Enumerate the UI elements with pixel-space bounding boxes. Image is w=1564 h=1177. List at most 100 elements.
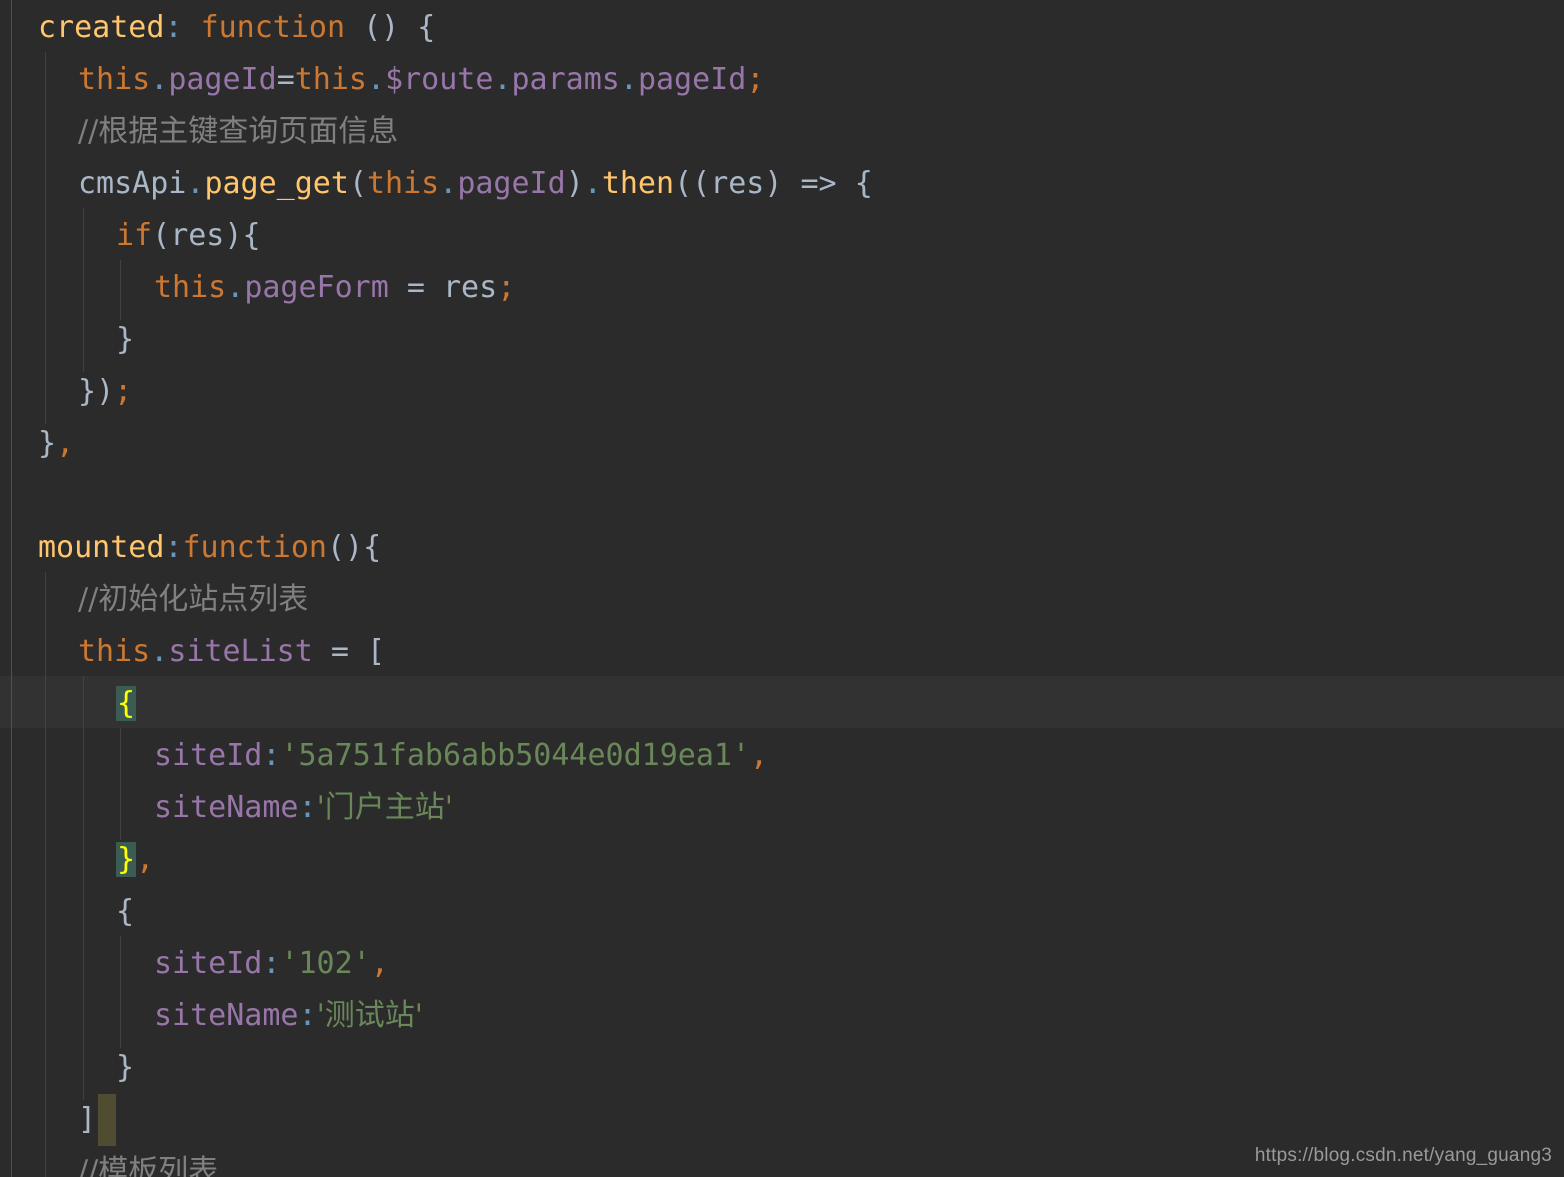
code-line-14[interactable]: {: [116, 678, 137, 730]
token-sitename-value-2: '测试站': [316, 998, 424, 1033]
token-space-3: [837, 166, 855, 201]
token-comma-2: ,: [750, 738, 769, 773]
token-dot-6: .: [439, 166, 458, 201]
code-line-9[interactable]: },: [38, 418, 74, 470]
token-colon-4: :: [298, 790, 317, 825]
code-line-5[interactable]: if(res){: [116, 210, 261, 262]
token-res-3: res: [443, 270, 498, 305]
token-comment-template-list: //模板列表: [78, 1154, 219, 1177]
token-sitename-key-1: siteName: [154, 790, 299, 825]
token-siteid-key-2: siteId: [154, 946, 263, 981]
watermark: https://blog.csdn.net/yang_guang3: [1254, 1145, 1552, 1166]
token-mounted: mounted: [38, 530, 165, 565]
code-line-16[interactable]: siteName:'门户主站': [154, 782, 453, 834]
token-siteid-value-1: '5a751fab6abb5044e0d19ea1': [280, 738, 751, 773]
token-close-paren-4: ): [96, 374, 115, 409]
code-line-3[interactable]: //根据主键查询页面信息: [78, 106, 398, 158]
token-close-brace: }: [116, 322, 135, 357]
token-assign: =: [276, 62, 295, 97]
token-open-bracket: [: [367, 634, 386, 669]
code-line-12[interactable]: //初始化站点列表: [78, 574, 308, 626]
token-arrow: =>: [800, 166, 837, 201]
token-dot-3: .: [493, 62, 512, 97]
token-open-brace-2: {: [242, 218, 261, 253]
code-line-7[interactable]: }: [116, 314, 134, 366]
code-line-18[interactable]: {: [116, 886, 134, 938]
token-open-brace-3: {: [116, 894, 135, 929]
code-lines: created: function () { this.pageId=this.…: [0, 0, 1564, 1177]
code-line-23[interactable]: //模板列表: [78, 1146, 218, 1177]
token-close-brace-3: }: [38, 426, 57, 461]
token-sitelist: siteList: [168, 634, 313, 669]
token-function-keyword-2: function: [182, 530, 328, 565]
code-line-20[interactable]: siteName:'测试站': [154, 990, 423, 1042]
token-space-2: [782, 166, 800, 201]
token-sitename-value-1: '门户主站': [316, 790, 454, 825]
code-line-6[interactable]: this.pageForm = res;: [154, 262, 515, 314]
token-close-paren: ): [565, 166, 584, 201]
token-colon: :: [164, 10, 183, 45]
token-pageid-3: pageId: [457, 166, 566, 201]
token-close-brace-4: }: [116, 1050, 135, 1085]
token-dot: .: [150, 62, 169, 97]
token-comma-3: ,: [136, 842, 155, 877]
code-line-17[interactable]: },: [116, 834, 154, 886]
code-line-8[interactable]: });: [78, 366, 132, 418]
token-function-keyword: function: [200, 10, 346, 45]
token-space-5: [425, 270, 443, 305]
token-colon-3: :: [262, 738, 281, 773]
token-this-4: this: [154, 270, 227, 305]
token-open-paren: (: [348, 166, 367, 201]
token-colon-2: :: [164, 530, 183, 565]
code-line-22[interactable]: ]: [78, 1094, 96, 1146]
token-comma-4: ,: [370, 946, 389, 981]
token-space-4: [389, 270, 407, 305]
token-this-3: this: [367, 166, 440, 201]
token-comma-1: ,: [56, 426, 75, 461]
token-siteid-key-1: siteId: [154, 738, 263, 773]
token-dot-5: .: [186, 166, 205, 201]
code-line-4[interactable]: cmsApi.page_get(this.pageId).then((res) …: [78, 158, 873, 210]
token-dot-7: .: [583, 166, 602, 201]
code-line-2[interactable]: this.pageId=this.$route.params.pageId;: [78, 54, 764, 106]
token-this-2: this: [294, 62, 367, 97]
token-close-paren-2: ): [764, 166, 783, 201]
token-route: $route: [385, 62, 494, 97]
token-res-2: res: [170, 218, 225, 253]
code-editor[interactable]: created: function () { this.pageId=this.…: [0, 0, 1564, 1177]
token-close-brace-2: }: [78, 374, 97, 409]
token-colon-6: :: [298, 998, 317, 1033]
token-open-paren-3: (: [152, 218, 171, 253]
token-then: then: [601, 166, 675, 201]
code-line-1[interactable]: created: function () {: [38, 2, 435, 54]
token-semicolon-2: ;: [497, 270, 516, 305]
token-matched-open-brace: {: [116, 686, 137, 721]
token-this: this: [78, 62, 151, 97]
token-equals: =: [406, 270, 425, 305]
token-parens-brace: (){: [327, 530, 382, 565]
token-if: if: [116, 218, 153, 253]
code-line-15[interactable]: siteId:'5a751fab6abb5044e0d19ea1',: [154, 730, 768, 782]
token-dot-4: .: [619, 62, 638, 97]
code-line-13[interactable]: this.siteList = [: [78, 626, 385, 678]
token-colon-5: :: [262, 946, 281, 981]
token-dot-9: .: [150, 634, 169, 669]
code-line-11[interactable]: mounted:function(){: [38, 522, 381, 574]
code-line-19[interactable]: siteId:'102',: [154, 938, 389, 990]
token-pageform: pageForm: [244, 270, 389, 305]
token-matched-close-brace: }: [116, 842, 137, 877]
token-double-open-paren: ((: [674, 166, 711, 201]
token-semicolon-3: ;: [114, 374, 133, 409]
token-space-7: [349, 634, 367, 669]
token-comment-init-site-list: //初始化站点列表: [78, 582, 309, 617]
code-line-21[interactable]: }: [116, 1042, 134, 1094]
token-siteid-value-2: '102': [280, 946, 371, 981]
token-open-brace: {: [854, 166, 873, 201]
token-comment-query-page: //根据主键查询页面信息: [78, 114, 399, 149]
token-pageid-2: pageId: [637, 62, 747, 97]
token-dot-2: .: [367, 62, 386, 97]
token-equals-2: =: [330, 634, 349, 669]
token-sitename-key-2: siteName: [154, 998, 299, 1033]
token-space-6: [313, 634, 331, 669]
